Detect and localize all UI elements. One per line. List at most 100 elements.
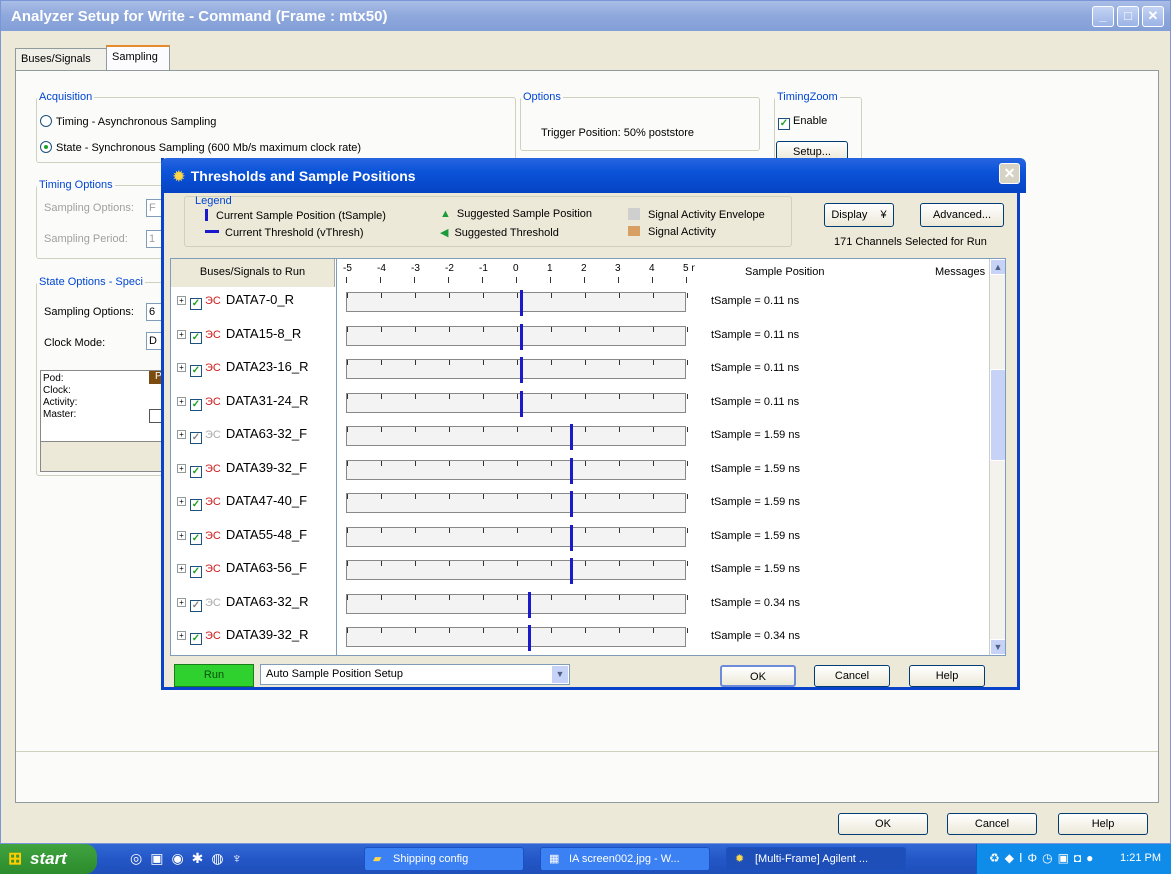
timing-radio[interactable]: Timing - Asynchronous Sampling <box>40 115 216 128</box>
sample-track[interactable] <box>346 290 688 316</box>
sample-track[interactable] <box>346 625 688 651</box>
task-ia-screen[interactable]: ▦ IA screen002.jpg - W... <box>540 847 710 871</box>
signal-name[interactable]: + ✓ ЭС DATA55-48_F <box>177 527 307 545</box>
sample-track[interactable] <box>346 424 688 450</box>
pod-table-footer <box>40 442 180 472</box>
track-tick <box>517 527 518 533</box>
expand-icon[interactable]: + <box>177 396 186 406</box>
sample-track[interactable] <box>346 323 688 350</box>
signal-name[interactable]: + ✓ ЭС DATA47-40_F <box>177 493 307 511</box>
timingzoom-enable-checkbox[interactable]: ✓ Enable <box>778 115 827 130</box>
run-checkbox[interactable]: ✓ <box>190 365 202 377</box>
run-checkbox[interactable]: ✓ <box>190 532 202 545</box>
tray-icons[interactable]: ♻◆ⅠΦ◷▣◘● <box>989 851 1098 865</box>
master-label: Master: <box>43 409 77 420</box>
maximize-button[interactable]: □ <box>1117 6 1139 27</box>
cancel-button[interactable]: Cancel <box>947 813 1037 835</box>
sample-position-marker[interactable] <box>519 290 523 316</box>
scroll-thumb[interactable] <box>990 369 1005 461</box>
vertical-scrollbar[interactable]: ▲ ▼ <box>989 259 1005 655</box>
run-checkbox[interactable]: ✓ <box>190 599 202 612</box>
sample-position-marker[interactable] <box>570 424 574 450</box>
expand-icon[interactable]: + <box>177 564 186 573</box>
dialog-cancel-button[interactable]: Cancel <box>814 665 890 687</box>
dialog-help-button[interactable]: Help <box>909 665 985 687</box>
column-divider <box>336 259 337 655</box>
signal-name[interactable]: + ✓ ЭС DATA15-8_R <box>177 326 301 344</box>
track-tick <box>619 494 620 499</box>
expand-icon[interactable]: + <box>177 329 186 339</box>
sample-track[interactable] <box>346 457 688 484</box>
sample-track[interactable] <box>346 558 688 584</box>
expand-icon[interactable]: + <box>177 296 186 305</box>
trigger-position: Trigger Position: 50% poststore <box>541 127 695 139</box>
signal-name[interactable]: + ✓ ЭС DATA63-32_F <box>177 426 307 444</box>
signal-name[interactable]: + ✓ ЭС DATA31-24_R <box>177 393 308 411</box>
scroll-down-icon[interactable]: ▼ <box>990 639 1005 655</box>
signal-name[interactable]: + ✓ ЭС DATA39-32_R <box>177 627 308 645</box>
bus-icon: ЭС <box>205 395 221 408</box>
run-checkbox[interactable]: ✓ <box>190 432 202 444</box>
close-button[interactable]: ✕ <box>1142 6 1164 27</box>
signal-row: + ✓ ЭС DATA39-32_F tSample = 1.59 ns <box>171 451 1005 488</box>
dialog-ok-button[interactable]: OK <box>720 665 796 687</box>
expand-icon[interactable]: + <box>177 597 186 607</box>
signal-name[interactable]: + ✓ ЭС DATA63-56_F <box>177 560 307 578</box>
sample-position-marker[interactable] <box>519 390 523 417</box>
sample-position-marker[interactable] <box>527 591 531 618</box>
task-shipping-config[interactable]: ▰ Shipping config <box>364 847 524 871</box>
expand-icon[interactable]: + <box>177 463 186 473</box>
tab-buses-signals[interactable]: Buses/Signals <box>15 48 107 70</box>
signal-row: + ✓ ЭС DATA63-56_F tSample = 1.59 ns <box>171 551 1005 588</box>
help-button[interactable]: Help <box>1058 813 1148 835</box>
run-checkbox[interactable]: ✓ <box>190 566 202 578</box>
sample-position-marker[interactable] <box>570 558 574 584</box>
auto-setup-select[interactable]: Auto Sample Position Setup ▼ <box>260 664 570 685</box>
track-tick <box>483 561 484 566</box>
expand-icon[interactable]: + <box>177 497 186 506</box>
sample-position-marker[interactable] <box>527 625 531 651</box>
advanced-button[interactable]: Advanced... <box>920 203 1004 227</box>
scroll-up-icon[interactable]: ▲ <box>990 259 1005 275</box>
sample-track[interactable] <box>346 524 688 551</box>
signal-name[interactable]: + ✓ ЭС DATA23-16_R <box>177 359 308 377</box>
chevron-down-icon: ¥ <box>880 209 887 221</box>
display-dropdown[interactable]: Display ¥ <box>824 203 894 227</box>
signal-name[interactable]: + ✓ ЭС DATA39-32_F <box>177 460 307 478</box>
run-checkbox[interactable]: ✓ <box>190 298 202 310</box>
start-button[interactable]: ⊞ start <box>0 844 97 874</box>
track-tick <box>381 628 382 633</box>
run-checkbox[interactable]: ✓ <box>190 633 202 645</box>
pod-table-labels: Pod: Clock: Activity: Master: <box>43 373 77 421</box>
sample-position-marker[interactable] <box>570 491 574 517</box>
legend-suggested-sample-label: Suggested Sample Position <box>456 208 593 220</box>
run-checkbox[interactable]: ✓ <box>190 499 202 511</box>
expand-icon[interactable]: + <box>177 530 186 540</box>
dialog-close-button[interactable]: ✕ <box>999 163 1020 184</box>
sample-track[interactable] <box>346 390 688 417</box>
expand-icon[interactable]: + <box>177 631 186 640</box>
quick-launch-icons[interactable]: ◎▣◉✱◍♆ <box>130 850 250 867</box>
tab-sampling[interactable]: Sampling <box>106 45 170 71</box>
run-checkbox[interactable]: ✓ <box>190 398 202 411</box>
sample-position-marker[interactable] <box>570 457 574 484</box>
run-checkbox[interactable]: ✓ <box>190 331 202 344</box>
track-tick <box>449 326 450 332</box>
task-multi-frame[interactable]: ✹ [Multi-Frame] Agilent ... <box>726 847 906 871</box>
signal-name[interactable]: + ✓ ЭС DATA7-0_R <box>177 292 294 310</box>
run-checkbox[interactable]: ✓ <box>190 465 202 478</box>
sample-track[interactable] <box>346 591 688 618</box>
run-button[interactable]: Run <box>174 664 254 687</box>
sample-position-marker[interactable] <box>570 524 574 551</box>
expand-icon[interactable]: + <box>177 363 186 372</box>
ok-button[interactable]: OK <box>838 813 928 835</box>
state-radio[interactable]: State - Synchronous Sampling (600 Mb/s m… <box>40 141 361 154</box>
expand-icon[interactable]: + <box>177 430 186 439</box>
bus-icon: ЭС <box>205 563 221 575</box>
sample-position-marker[interactable] <box>519 323 523 350</box>
sample-position-marker[interactable] <box>519 357 523 383</box>
minimize-button[interactable]: _ <box>1092 6 1114 27</box>
sample-track[interactable] <box>346 357 688 383</box>
sample-track[interactable] <box>346 491 688 517</box>
signal-name[interactable]: + ✓ ЭС DATA63-32_R <box>177 594 308 612</box>
